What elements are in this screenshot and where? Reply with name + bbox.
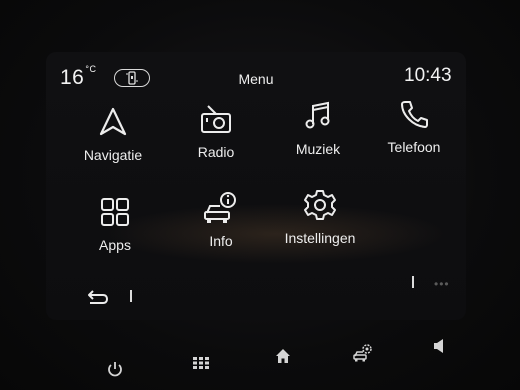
menu-item-label: Telefoon [387,139,441,155]
menu-item-muziek[interactable]: Muziek [268,96,368,157]
page-title: Menu [238,71,274,87]
back-arrow-icon [88,290,109,304]
menu-item-instellingen[interactable]: Instellingen [270,185,370,246]
menu-item-label: Info [209,233,233,249]
phone-icon [364,94,464,134]
menu-item-info[interactable]: Info [171,188,271,249]
temperature-value: 16 [60,66,85,89]
infotainment-screen: 16°C Menu 10:43 Navigatie Radio Muziek T… [46,52,466,320]
power-icon[interactable] [104,358,126,380]
menu-item-label: Muziek [295,141,341,157]
menu-item-label: Radio [197,144,235,160]
clock: 10:43 [404,65,452,86]
phone-connection-button[interactable] [114,69,150,87]
menu-item-apps[interactable]: Apps [65,192,165,253]
menu-item-telefoon[interactable]: Telefoon [364,94,464,155]
more-options-icon[interactable]: ••• [434,277,450,291]
navigation-arrow-icon [63,102,163,142]
apps-grid-icon [65,192,165,232]
divider [412,276,414,288]
menu-item-label: Navigatie [83,147,143,163]
menu-item-radio[interactable]: Radio [166,99,266,160]
volume-icon[interactable] [430,336,448,356]
music-note-icon [268,96,368,136]
menu-item-label: Apps [99,237,131,253]
divider [130,290,132,302]
back-button[interactable] [86,288,110,311]
menu-item-navigatie[interactable]: Navigatie [63,102,163,163]
temperature-unit: °C [85,64,97,74]
radio-icon [166,99,266,139]
menu-item-label: Instellingen [284,230,356,246]
home-icon[interactable] [272,346,294,366]
grid-icon[interactable] [190,354,212,372]
phone-connected-icon [126,71,138,85]
car-settings-icon[interactable] [352,342,374,364]
gear-icon [270,185,370,225]
temperature-display: 16°C [60,64,97,90]
car-info-icon [171,188,271,228]
